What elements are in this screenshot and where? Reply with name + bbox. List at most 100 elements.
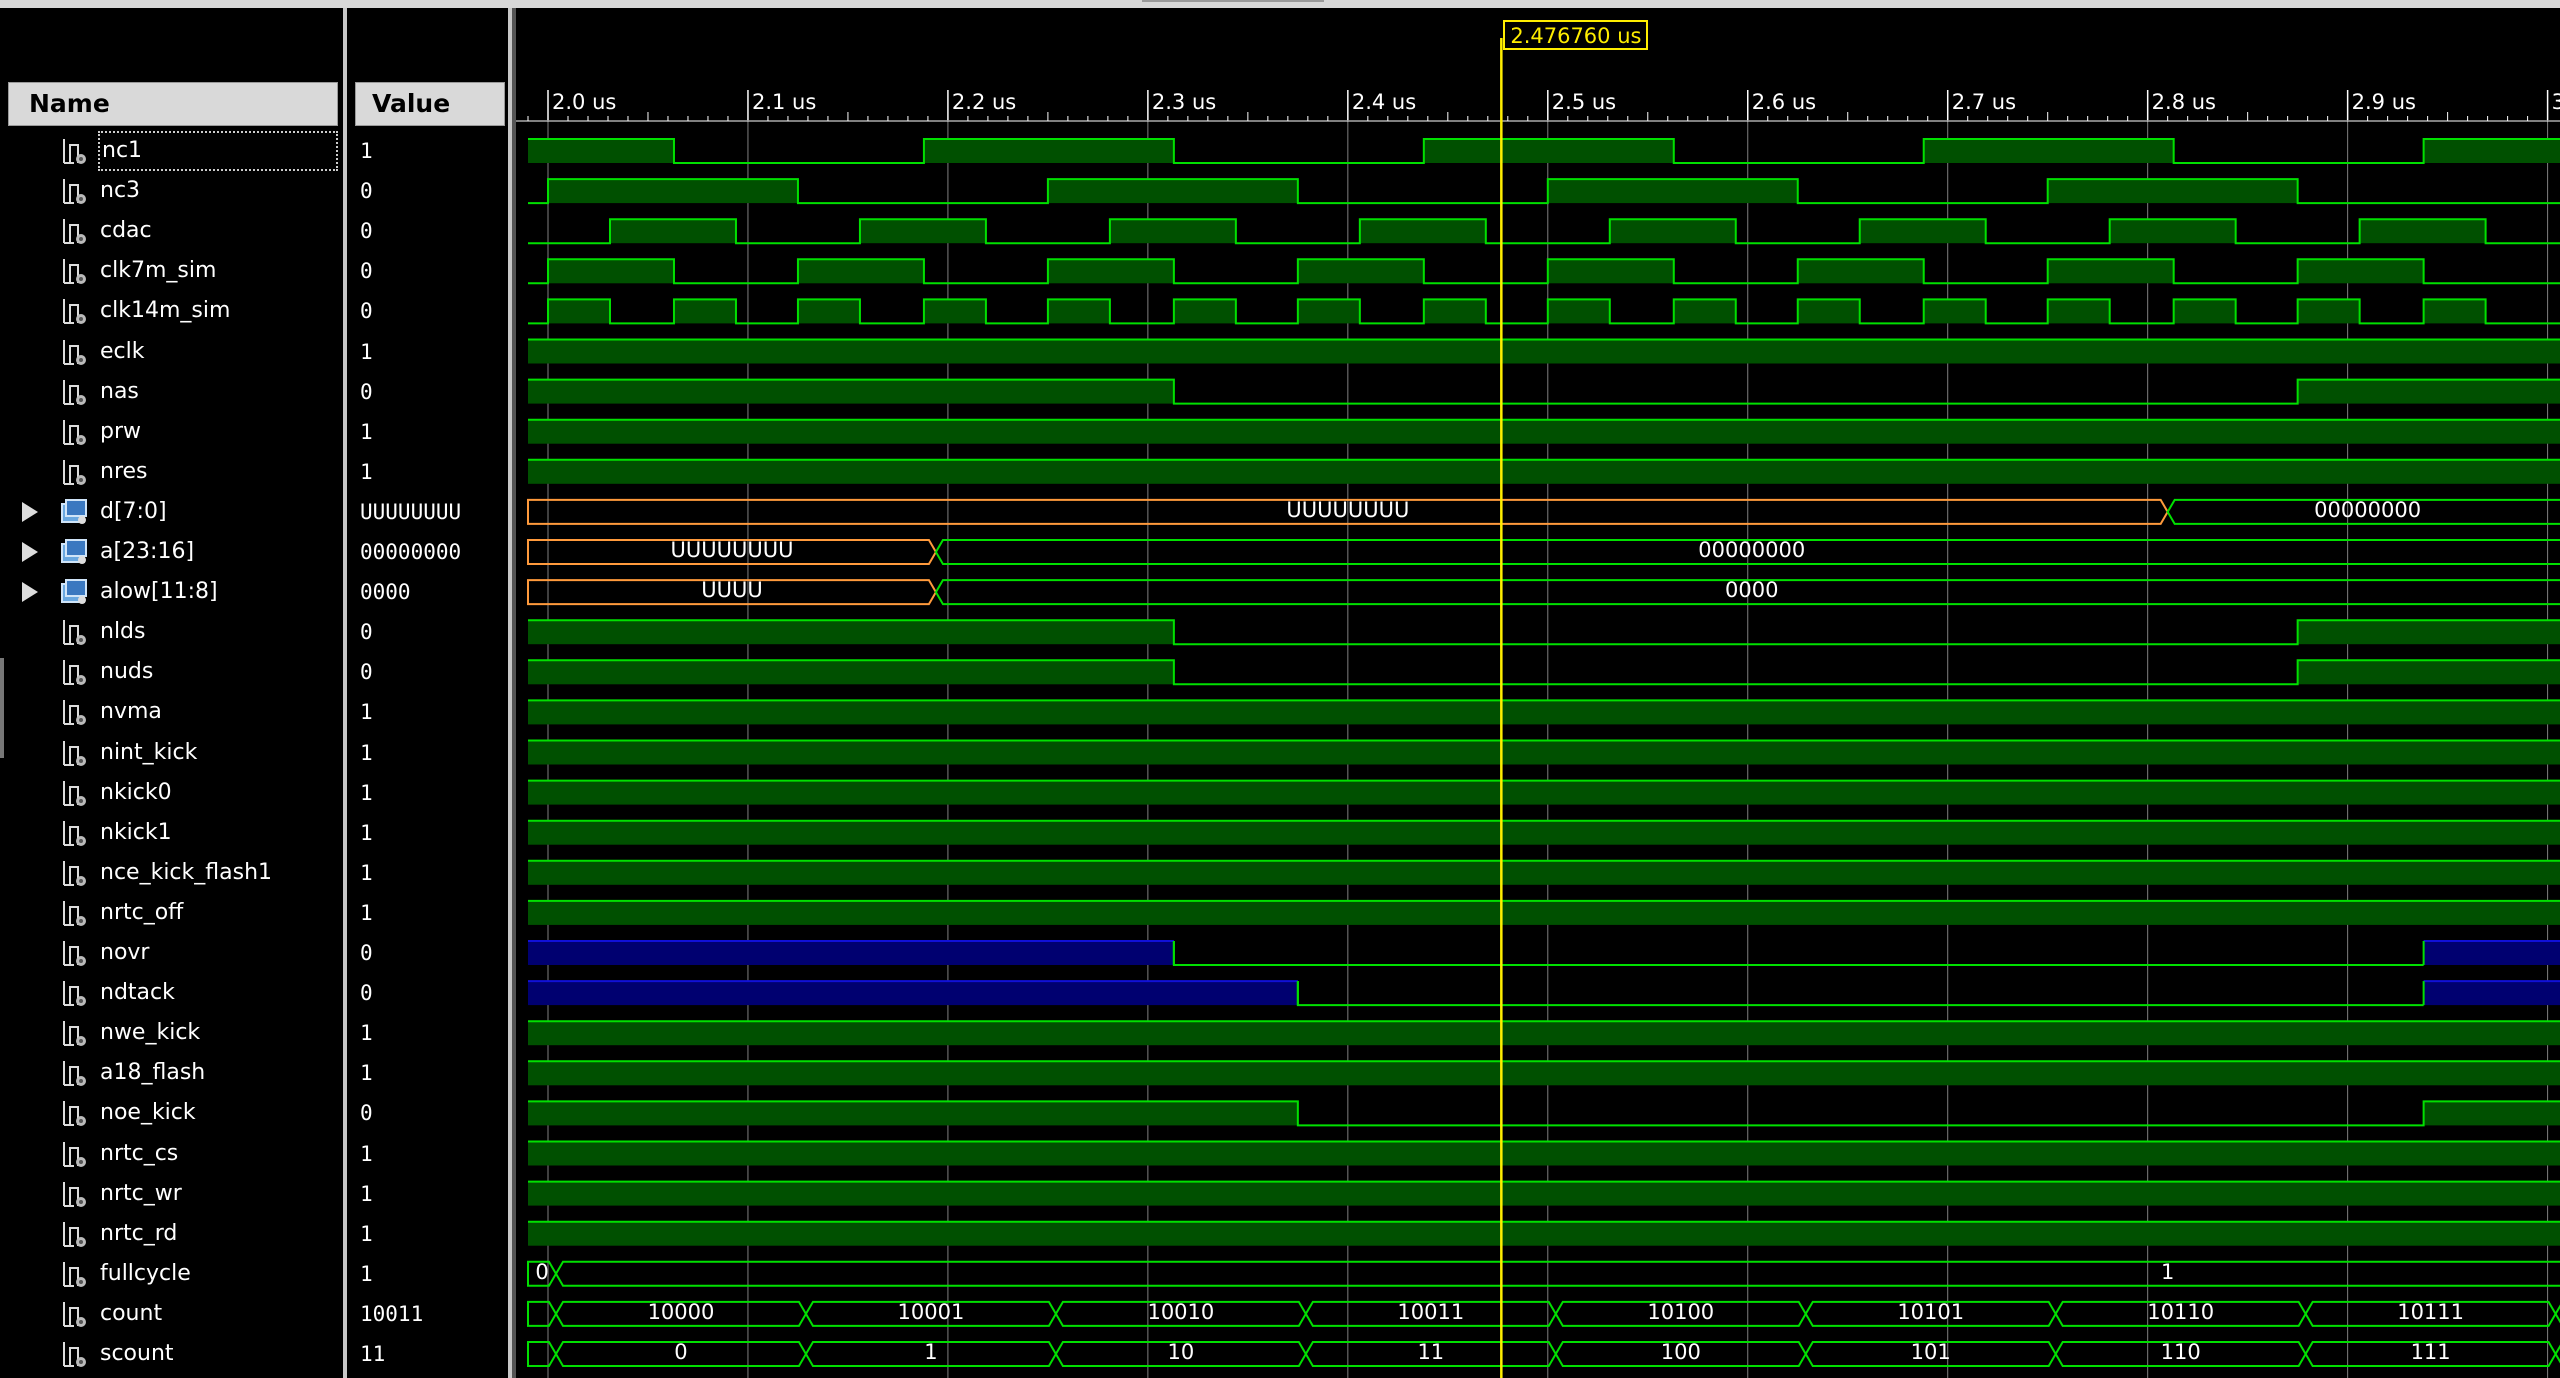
waveform-cdac[interactable] [528,218,2560,245]
waveform-a18-flash[interactable] [528,1060,2560,1086]
signal-name[interactable]: count [100,1294,162,1334]
signal-name[interactable]: nce_kick_flash1 [100,853,272,893]
signal-row-nc1[interactable]: nc1 1 [8,131,508,171]
waveform-fullcycle[interactable] [527,1260,2560,1287]
waveform-nwe-kick[interactable] [528,1020,2560,1046]
signal-row-nkick1[interactable]: nkick1 1 [8,813,508,853]
waveform-nas[interactable] [528,378,2560,405]
signal-name[interactable]: ndtack [100,973,175,1013]
signal-name[interactable]: nrtc_cs [100,1134,178,1174]
signal-name[interactable]: nrtc_off [100,893,183,933]
signal-row-clk14m-sim[interactable]: clk14m_sim 0 [8,291,508,331]
waveform-nce-kick-flash1[interactable] [528,859,2560,885]
signal-row-alow-11-8[interactable]: alow[11:8] 0000 [8,572,508,612]
signal-row-nwe-kick[interactable]: nwe_kick 1 [8,1013,508,1053]
signal-row-nkick0[interactable]: nkick0 1 [8,773,508,813]
signal-row-scount[interactable]: scount 11 [8,1334,508,1374]
signal-name[interactable]: nvma [100,692,162,732]
signal-row-nrtc-wr[interactable]: nrtc_wr 1 [8,1174,508,1214]
waveform-d-7-0[interactable] [527,498,2560,525]
signal-row-nlds[interactable]: nlds 0 [8,612,508,652]
cursor-time-label[interactable]: 2.476760 us [1503,20,1649,50]
signal-name[interactable]: cdac [100,211,152,251]
signal-row-nrtc-cs[interactable]: nrtc_cs 1 [8,1134,508,1174]
waveform-nuds[interactable] [528,659,2560,686]
value-column-header[interactable]: Value [355,82,505,126]
waveform-nint-kick[interactable] [528,739,2560,765]
waveform-scount[interactable] [527,1341,2560,1367]
waveform-count[interactable] [527,1300,2560,1327]
signal-row-a-23-16[interactable]: a[23:16] 00000000 [8,532,508,572]
waveform-ndtack[interactable] [528,980,2560,1007]
signal-row-fullcycle[interactable]: fullcycle 1 [8,1254,508,1294]
signal-row-noe-kick[interactable]: noe_kick 0 [8,1093,508,1133]
signal-row-cdac[interactable]: cdac 0 [8,211,508,251]
signal-name[interactable]: nlds [100,612,145,652]
waveform-nvma[interactable] [528,699,2560,725]
signal-name[interactable]: scount [100,1334,174,1374]
signal-row-nvma[interactable]: nvma 1 [8,692,508,732]
signal-row-nrtc-rd[interactable]: nrtc_rd 1 [8,1214,508,1254]
signal-name[interactable]: clk14m_sim [100,291,230,331]
signal-row-nc3[interactable]: nc3 0 [8,171,508,211]
expand-arrow-icon[interactable] [22,582,38,603]
waveform-alow-11-8[interactable] [527,579,2560,606]
waveform-canvas[interactable] [516,8,2560,1378]
left-edge-handle[interactable] [0,658,4,758]
signal-name[interactable]: nrtc_wr [100,1174,182,1214]
signal-name[interactable]: d[7:0] [100,492,167,532]
signal-name[interactable]: nres [100,452,148,492]
signal-name[interactable]: nkick1 [100,813,172,853]
signal-row-nrtc-off[interactable]: nrtc_off 1 [8,893,508,933]
expand-arrow-icon[interactable] [22,501,38,522]
signal-name[interactable]: nint_kick [100,733,197,773]
name-column-header[interactable]: Name [8,82,338,126]
signal-row-prw[interactable]: prw 1 [8,412,508,452]
signal-row-nint-kick[interactable]: nint_kick 1 [8,733,508,773]
waveform-nrtc-off[interactable] [528,899,2560,925]
waveform-nrtc-cs[interactable] [528,1140,2560,1166]
signal-name[interactable]: clk7m_sim [100,251,216,291]
top-bar-handle[interactable] [1142,0,1324,2]
signal-row-novr[interactable]: novr 0 [8,933,508,973]
waveform-a-23-16[interactable] [527,539,2560,565]
signal-name[interactable]: nc1 [98,131,338,171]
signal-name[interactable]: noe_kick [100,1093,196,1133]
waveform-clk7m-sim[interactable] [528,258,2560,285]
signal-name[interactable]: a18_flash [100,1053,205,1093]
signal-row-a18-flash[interactable]: a18_flash 1 [8,1053,508,1093]
signal-name[interactable]: eclk [100,332,144,372]
signal-row-nce-kick-flash1[interactable]: nce_kick_flash1 1 [8,853,508,893]
signal-row-d-7-0[interactable]: d[7:0] UUUUUUUU [8,492,508,532]
waveform-noe-kick[interactable] [528,1100,2560,1127]
waveform-nkick0[interactable] [528,779,2560,805]
waveform-novr[interactable] [528,940,2560,966]
signal-name[interactable]: nuds [100,652,153,692]
waveform-viewer[interactable]: 2.0 us 2.1 us 2.2 us 2.3 us 2.4 us 2.5 us 2.6 … [516,8,2560,1378]
signal-name[interactable]: prw [100,412,141,452]
signal-row-eclk[interactable]: eclk 1 [8,332,508,372]
signal-name[interactable]: nkick0 [100,773,172,813]
waveform-nc3[interactable] [528,178,2560,205]
signal-row-ndtack[interactable]: ndtack 0 [8,973,508,1013]
signal-row-count[interactable]: count 10011 [8,1294,508,1334]
waveform-nrtc-rd[interactable] [528,1220,2560,1246]
signal-name[interactable]: nas [100,372,139,412]
signal-name[interactable]: nc3 [100,171,140,211]
signal-name[interactable]: a[23:16] [100,532,194,572]
signal-row-nres[interactable]: nres 1 [8,452,508,492]
signal-row-nas[interactable]: nas 0 [8,372,508,412]
waveform-clk14m-sim[interactable] [528,298,2560,325]
waveform-prw[interactable] [528,418,2560,444]
waveform-eclk[interactable] [528,338,2560,364]
signal-name[interactable]: nrtc_rd [100,1214,177,1254]
signal-name[interactable]: alow[11:8] [100,572,218,612]
waveform-nrtc-wr[interactable] [528,1180,2560,1206]
waveform-nc1[interactable] [528,138,2560,164]
waveform-nkick1[interactable] [528,819,2560,845]
signal-row-clk7m-sim[interactable]: clk7m_sim 0 [8,251,508,291]
signal-name[interactable]: fullcycle [100,1254,191,1294]
signal-name[interactable]: novr [100,933,149,973]
waveform-nlds[interactable] [528,619,2560,646]
waveform-nres[interactable] [528,458,2560,484]
